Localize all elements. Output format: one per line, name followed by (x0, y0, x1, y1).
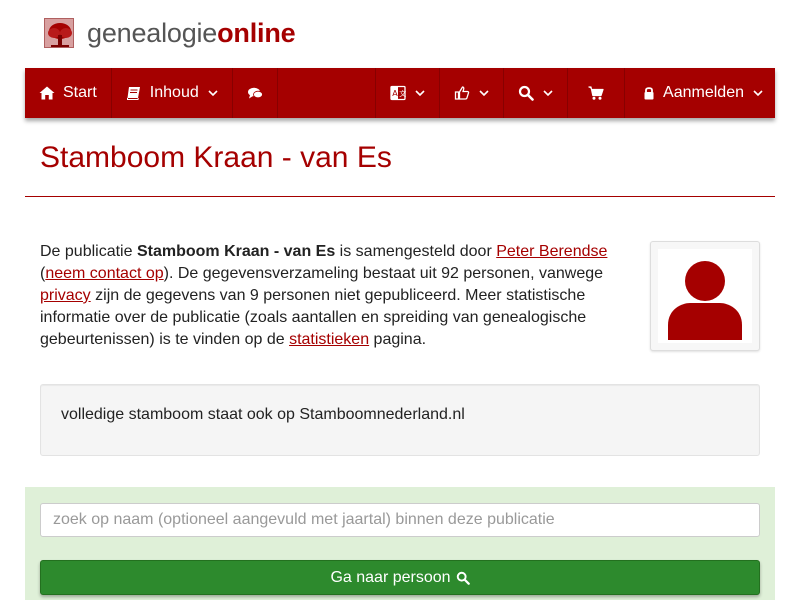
nav-language-dropdown[interactable]: A文 (376, 68, 441, 118)
publication-name: Stamboom Kraan - van Es (136, 243, 336, 260)
comments-icon (247, 85, 263, 101)
desc-text-1: De publicatie (40, 243, 137, 260)
svg-text:A: A (392, 89, 398, 98)
nav-login-label: Aanmelden (663, 84, 744, 101)
home-icon (39, 85, 55, 101)
lock-icon (641, 85, 657, 101)
cart-icon (588, 85, 604, 101)
go-to-person-label: Ga naar persoon (330, 568, 451, 586)
user-icon (658, 249, 752, 343)
chevron-down-icon (415, 88, 425, 98)
desc-text-6: pagina. (369, 331, 427, 348)
page-title: Stamboom Kraan - van Es (40, 141, 392, 174)
go-to-person-button[interactable]: Ga naar persoon (40, 560, 760, 595)
desc-text-2: is samengesteld door (335, 243, 497, 260)
publication-note: volledige stamboom staat ook op Stamboom… (40, 384, 760, 456)
note-text: volledige stamboom staat ook op Stamboom… (61, 406, 465, 423)
brand-name: genealogieonline (87, 18, 296, 48)
statistics-link[interactable]: statistieken (289, 331, 369, 348)
language-icon: A文 (390, 85, 406, 101)
search-icon (456, 571, 470, 585)
person-search-panel: Ga naar persoon (25, 487, 775, 600)
nav-spacer (278, 68, 377, 118)
brand-name-part1: genealogie (87, 18, 218, 48)
nav-contents-label: Inhoud (149, 84, 199, 101)
nav-shop[interactable] (568, 68, 626, 118)
nav-forum[interactable] (233, 68, 278, 118)
thumbs-up-icon (454, 85, 470, 101)
chevron-down-icon (753, 88, 763, 98)
tree-icon (44, 18, 74, 48)
main-navbar: Start Inhoud A文 Aanmelden (25, 68, 775, 118)
contact-link[interactable]: neem contact op (45, 265, 163, 282)
privacy-link[interactable]: privacy (40, 287, 91, 304)
publication-description: De publicatie Stamboom Kraan - van Es is… (40, 241, 625, 351)
title-divider (25, 196, 775, 197)
author-avatar[interactable] (650, 241, 760, 351)
chevron-down-icon (208, 88, 218, 98)
author-link[interactable]: Peter Berendse (496, 243, 607, 260)
chevron-down-icon (543, 88, 553, 98)
nav-search-dropdown[interactable] (504, 68, 569, 118)
search-icon (518, 85, 534, 101)
desc-text-4: ). De gegevensverzameling bestaat uit 92… (163, 265, 604, 282)
book-icon (126, 85, 142, 101)
person-search-input[interactable] (40, 503, 760, 537)
brand-logo-link[interactable]: genealogieonline (44, 18, 296, 48)
nav-login-dropdown[interactable]: Aanmelden (625, 68, 775, 118)
nav-social-dropdown[interactable] (440, 68, 505, 118)
nav-contents-dropdown[interactable]: Inhoud (112, 68, 233, 118)
nav-start-label: Start (63, 84, 97, 101)
svg-text:文: 文 (399, 89, 406, 98)
chevron-down-icon (479, 88, 489, 98)
nav-start[interactable]: Start (25, 68, 112, 118)
brand-name-part2: online (217, 18, 296, 48)
